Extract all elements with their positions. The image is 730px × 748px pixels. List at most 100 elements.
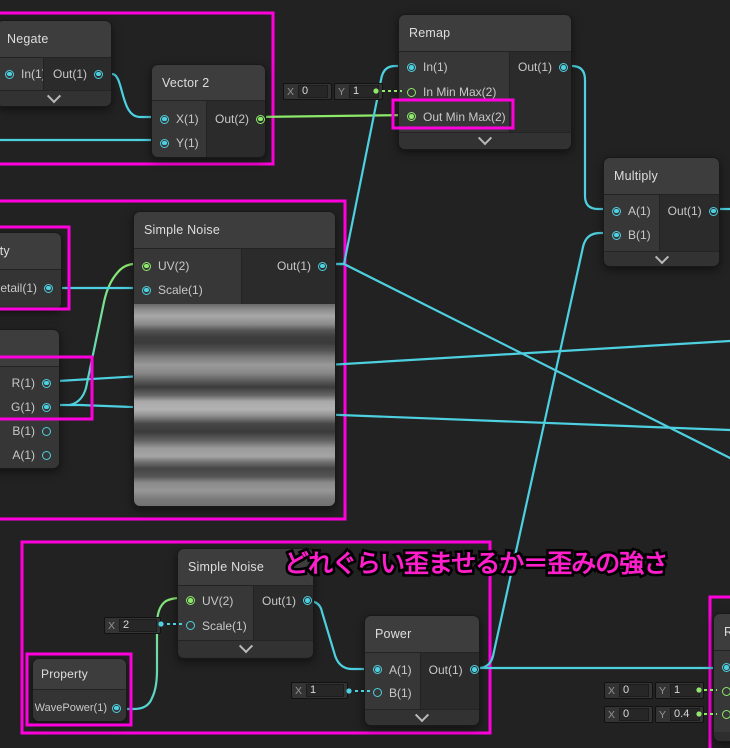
output-port-out[interactable] [318, 261, 327, 271]
node-remap[interactable]: Remap In(1) In Min Max(2) Out Min Max(2) [398, 14, 572, 150]
x-field[interactable]: X 1 [291, 682, 349, 699]
widget-power-b-value: X 1 [291, 682, 349, 699]
port-row-out: Out(1) [254, 588, 313, 613]
node-title: Multiply [604, 158, 719, 195]
port-label: Out(1) [262, 593, 297, 608]
port-row-outminmax [714, 703, 730, 727]
port-row-uv: UV(2) [134, 254, 241, 278]
port-label: Out(1) [428, 662, 463, 677]
port-label: B(1) [628, 228, 651, 242]
port-row-a: A(1) [365, 658, 420, 681]
x-field-value[interactable]: 2 [119, 619, 158, 632]
input-port-in[interactable] [407, 62, 416, 72]
output-port-out[interactable] [256, 114, 265, 124]
input-port-in[interactable] [722, 663, 730, 673]
input-port-in-min-max[interactable] [407, 87, 416, 97]
x-field-value[interactable]: 0 [619, 684, 650, 697]
output-port-out[interactable] [469, 665, 479, 674]
node-multiply[interactable]: Multiply A(1) B(1) Out(1) [603, 157, 720, 267]
output-port-detail[interactable] [44, 283, 53, 293]
input-port-a[interactable] [373, 665, 382, 674]
output-port-out[interactable] [708, 206, 718, 216]
wire-split-g-to-noisebig-uv[interactable] [68, 262, 135, 407]
node-negate[interactable]: Negate In(1) Out(1) [0, 20, 112, 107]
input-port-x[interactable] [160, 114, 169, 124]
y-field-value[interactable]: 1 [349, 85, 380, 98]
input-port-scale[interactable] [142, 285, 151, 295]
port-row-a: A(1) [0, 443, 59, 467]
y-field-value[interactable]: 1 [670, 684, 701, 697]
node-collapse-strip[interactable] [0, 89, 111, 106]
input-port-in[interactable] [5, 69, 14, 79]
node-collapse-strip[interactable] [604, 250, 719, 266]
input-port-in-min-max[interactable] [722, 686, 730, 696]
node-split-partial[interactable]: R(1) G(1) B(1) A(1) [0, 329, 60, 469]
port-label: In Min Max(2) [423, 85, 497, 100]
x-field-value[interactable]: 1 [306, 684, 345, 697]
port-row-scale: Scale(1) [178, 613, 253, 638]
chevron-down-icon [654, 250, 669, 265]
port-label: Y(1) [176, 136, 199, 150]
input-port-out-min-max[interactable] [407, 112, 416, 122]
input-port-b[interactable] [612, 230, 621, 240]
wire-noisebig-out-diagonal[interactable] [324, 262, 730, 460]
output-port-out[interactable] [303, 596, 313, 605]
node-power[interactable]: Power A(1) B(1) Out(1) [364, 615, 480, 726]
chevron-down-icon [477, 131, 493, 146]
x-field-value[interactable]: 0 [619, 708, 650, 721]
y-field[interactable]: Y 1 [334, 83, 384, 100]
node-remap-bottom-right[interactable]: Remap In(1) [713, 613, 730, 742]
output-port-r[interactable] [42, 378, 51, 388]
node-title: Power [365, 616, 479, 653]
output-port-a[interactable] [42, 450, 51, 460]
port-label: R(1) [11, 376, 35, 390]
chevron-down-icon [238, 639, 253, 654]
input-port-uv[interactable] [186, 596, 195, 605]
port-row-in: In(1) [399, 55, 509, 80]
input-port-uv[interactable] [142, 261, 151, 271]
output-port-b[interactable] [42, 426, 51, 436]
output-port-out[interactable] [559, 62, 569, 72]
shader-graph-canvas[interactable]: Negate In(1) Out(1) Vector 2 X(1) Y(1) O… [0, 0, 730, 748]
node-vector2[interactable]: Vector 2 X(1) Y(1) Out(2) [151, 64, 266, 158]
port-row-out: Out(1) [421, 658, 479, 681]
y-field[interactable]: Y 1 [655, 682, 705, 699]
node-property-wavepower[interactable]: Property WavePower(1) [32, 658, 127, 722]
x-field[interactable]: X 2 [104, 617, 162, 634]
y-field-value[interactable]: 0.4 [670, 708, 701, 721]
input-port-y[interactable] [160, 138, 169, 148]
x-field-value[interactable]: 0 [298, 85, 329, 98]
node-simple-noise-large[interactable]: Simple Noise UV(2) Scale(1) Out(1) [133, 211, 336, 507]
node-title: Vector 2 [152, 65, 265, 101]
port-label: Out(1) [276, 259, 311, 273]
wire-vector2-to-remap-outminmax[interactable] [249, 113, 413, 119]
port-row-x: X(1) [152, 107, 206, 131]
node-property-wavedetail[interactable]: Property WaveDetail(1) [0, 232, 62, 310]
input-port-out-min-max[interactable] [722, 710, 730, 720]
output-port-out[interactable] [94, 69, 103, 79]
node-collapse-strip[interactable] [178, 639, 313, 657]
node-title: Negate [0, 21, 111, 58]
port-row-in: In(1) [0, 62, 46, 86]
port-label: UV(2) [158, 259, 190, 273]
port-label: UV(2) [202, 593, 234, 608]
wire-power-to-multiply-b[interactable] [464, 231, 617, 670]
port-label: A(1) [12, 448, 35, 462]
node-collapse-strip[interactable] [399, 131, 571, 149]
port-row-scale: Scale(1) [134, 278, 241, 302]
x-field[interactable]: X 0 [604, 706, 654, 723]
input-port-b[interactable] [373, 688, 382, 697]
port-label: WaveDetail(1) [0, 281, 37, 295]
port-row-r: R(1) [0, 371, 59, 395]
y-field[interactable]: Y 0.4 [655, 706, 705, 723]
x-field[interactable]: X 0 [283, 83, 333, 100]
input-port-scale[interactable] [186, 621, 195, 630]
node-title: Property [33, 659, 126, 690]
output-port-wavepower[interactable] [112, 703, 121, 713]
port-row-out: Out(2) [207, 107, 265, 131]
x-field[interactable]: X 0 [604, 682, 654, 699]
output-port-g[interactable] [42, 402, 51, 412]
input-port-a[interactable] [612, 206, 621, 216]
node-collapse-strip[interactable] [365, 708, 479, 725]
port-row-a: A(1) [604, 199, 659, 223]
